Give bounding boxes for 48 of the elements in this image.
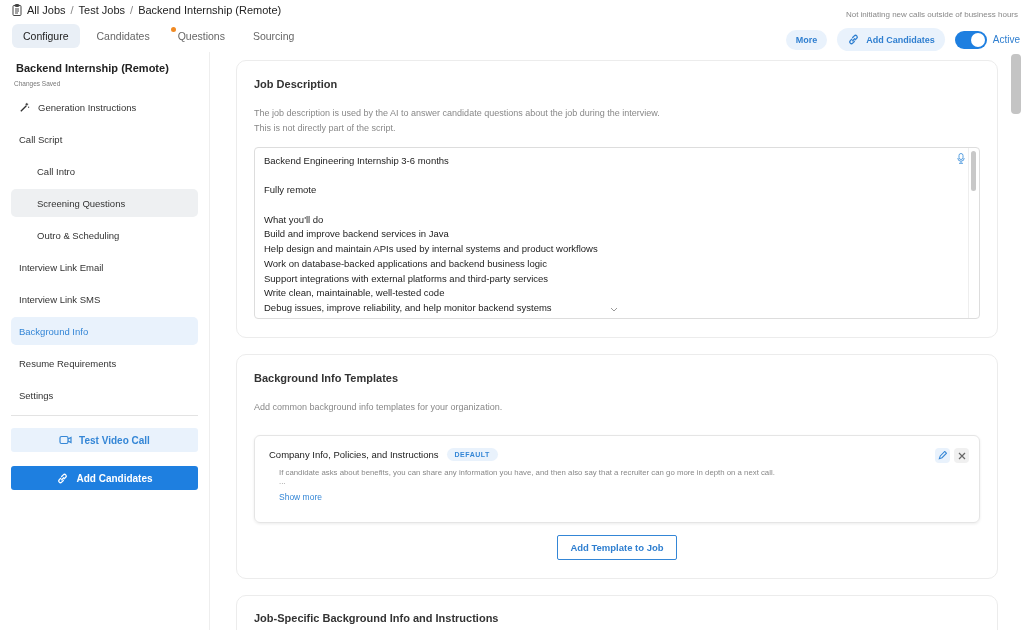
scrollbar[interactable] [1011, 54, 1021, 114]
sidebar-item[interactable]: Outro & Scheduling [11, 221, 198, 249]
sidebar-item[interactable]: Resume Requirements [11, 349, 198, 377]
active-toggle[interactable] [954, 30, 987, 49]
breadcrumb-link[interactable]: Backend Internship (Remote) [138, 4, 282, 16]
hours-notice: Not initiating new calls outside of business hours [845, 10, 1018, 19]
breadcrumb-link[interactable]: Test Jobs [78, 4, 126, 16]
add-candidates-button[interactable]: Add Candidates [837, 28, 945, 51]
job-description-field[interactable]: Backend Engineering Internship 3-6 months Fully remote What you'll do Build and improve backend services in Java Help design and maintain APIs used by internal systems and product workflows Work on database-backed applications and backend business logic Support integrations with external platforms and third-party services Write clean, maintainable, well-tested code Debug issues, improve reliability, and help monitor backend systems [254, 147, 980, 319]
show-more-link[interactable]: Show more [279, 492, 322, 502]
close-icon [957, 451, 966, 460]
section-title: Background Info Templates [254, 372, 400, 384]
microphone-icon[interactable] [957, 153, 965, 164]
close-button[interactable] [954, 448, 969, 463]
sidebar-item[interactable]: Interview Link SMS [11, 285, 198, 313]
link-icon [847, 33, 861, 46]
sidebar-item[interactable]: Screening Questions [11, 189, 198, 217]
section-title: Job-Specific Background Info and Instructions [254, 612, 500, 624]
sidebar-item[interactable]: Call Script [11, 125, 198, 153]
tab[interactable]: Questions [166, 24, 236, 48]
pencil-icon [938, 451, 947, 460]
sidebar-item[interactable]: Generation Instructions [11, 93, 198, 121]
tab[interactable]: Candidates [85, 24, 161, 48]
clipboard-icon [12, 4, 22, 16]
link-icon [56, 471, 70, 485]
sidebar-item[interactable]: Interview Link Email [11, 253, 198, 281]
template-name: Company Info, Policies, and Instructions [269, 449, 439, 460]
chevron-down-icon[interactable] [610, 307, 618, 312]
add-candidates-button[interactable]: Add Candidates [11, 466, 198, 490]
help-text: The job description is used by the AI to answer candidate questions about the job during the interview. [254, 107, 661, 120]
tab[interactable]: Configure [12, 24, 80, 48]
help-text: This is not directly part of the script. [254, 122, 397, 135]
breadcrumb-separator: / [130, 4, 134, 16]
breadcrumb-link[interactable]: All Jobs [27, 4, 66, 16]
sidebar-item[interactable]: Background Info [11, 317, 198, 345]
sidebar-item[interactable]: Settings [11, 381, 198, 409]
video-camera-icon [59, 435, 73, 445]
sidebar-item[interactable]: Call Intro [11, 157, 198, 185]
wand-icon [19, 101, 30, 113]
add-template-button[interactable]: Add Template to Job [557, 535, 677, 560]
breadcrumb-separator: / [70, 4, 74, 16]
tab[interactable]: Sourcing [241, 24, 306, 48]
section-title: Job Description [254, 78, 339, 90]
help-text: Add common background info templates for your organization. [254, 401, 504, 414]
edit-button[interactable] [935, 448, 950, 463]
toggle-label: Active [992, 34, 1020, 45]
job-title: Backend Internship (Remote) [15, 62, 170, 74]
more-button[interactable]: More [785, 29, 828, 50]
